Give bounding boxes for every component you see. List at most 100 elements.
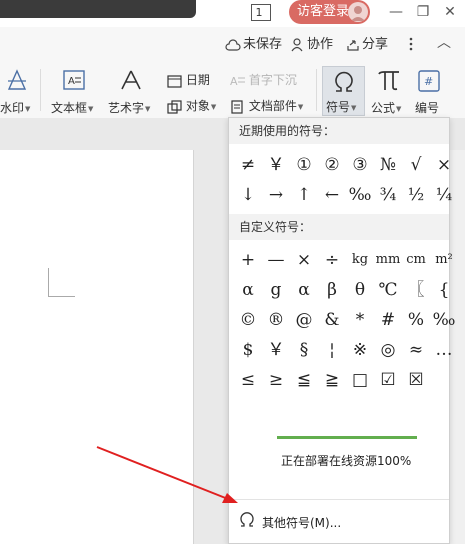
symbol-cell[interactable]: → [262,181,290,209]
date-label: 日期 [185,73,210,87]
window-count-badge[interactable]: 1 [251,4,271,21]
dropcap-label: 首字下沉 [248,73,297,87]
symbol-cell[interactable]: √ [402,151,430,179]
symbol-cell[interactable]: ￥ [262,151,290,179]
symbol-cell[interactable]: m² [430,246,458,274]
docparts-label: 文档部件 [248,99,297,113]
textbox-button[interactable]: A 文本框▼ [49,67,101,117]
symbol-cell[interactable]: α [290,276,318,304]
formula-label: 公式 [371,101,396,115]
pi-icon [378,71,399,91]
symbol-cell[interactable]: ↑ [290,181,318,209]
symbol-cell[interactable]: § [290,336,318,364]
symbol-cell[interactable]: ≥ [262,366,290,394]
dropcap-button[interactable]: A 首字下沉 [230,71,297,89]
symbol-cell[interactable]: + [234,246,262,274]
numbering-button[interactable]: # 编号 [413,67,445,117]
symbol-cell[interactable]: β [318,276,346,304]
textbox-label: 文本框 [51,101,88,115]
symbol-cell[interactable]: cm [402,246,430,274]
symbol-cell[interactable]: ® [262,306,290,334]
symbol-cell[interactable]: ‰ [346,181,374,209]
symbol-cell[interactable]: ¼ [430,181,458,209]
symbol-cell[interactable]: ¦ [318,336,346,364]
watermark-button[interactable]: 水印▼ [0,67,34,117]
symbol-cell[interactable]: ≠ [234,151,262,179]
insert-ribbon: 水印▼ A 文本框▼ 艺术字▼ 日期 对象▼ A 首字下沉 文档部件▼ 符号▼ … [0,61,465,161]
numbering-label: 编号 [415,101,440,115]
symbol-cell[interactable]: … [430,336,458,364]
symbol-cell[interactable]: ÷ [318,246,346,274]
symbol-cell[interactable]: ½ [402,181,430,209]
recent-symbols-header: 近期使用的符号： [229,118,449,144]
close-button[interactable]: ✕ [438,2,462,22]
date-button[interactable]: 日期 [167,71,210,89]
collaborate-button[interactable]: 协作 [291,35,333,55]
symbol-cell[interactable]: # [374,306,402,334]
minimize-button[interactable]: — [384,2,408,22]
symbol-cell[interactable]: & [318,306,346,334]
symbol-cell[interactable]: $ [234,336,262,364]
symbol-cell[interactable]: ② [318,151,346,179]
recent-symbols-title: 近期使用的符号： [239,124,336,138]
symbol-cell[interactable]: ☒ [402,366,430,394]
object-label: 对象 [185,99,210,113]
share-button[interactable]: 分享 [346,35,388,55]
numbering-icon: # [418,70,440,92]
symbol-cell[interactable]: ☑ [374,366,402,394]
symbol-cell[interactable]: ① [290,151,318,179]
symbol-cell[interactable]: @ [290,306,318,334]
symbol-cell[interactable]: □ [346,366,374,394]
symbol-cell[interactable]: ③ [346,151,374,179]
docparts-button[interactable]: 文档部件▼ [230,97,303,115]
symbol-cell[interactable]: α [234,276,262,304]
symbol-cell[interactable]: ※ [346,336,374,364]
symbol-cell[interactable]: ≈ [402,336,430,364]
symbol-cell[interactable]: — [262,246,290,274]
object-button[interactable]: 对象▼ [167,97,216,115]
symbol-cell[interactable]: θ [346,276,374,304]
symbol-cell[interactable]: kg [346,246,374,274]
symbol-cell[interactable]: ‰ [430,306,458,334]
symbol-cell[interactable]: ¾ [374,181,402,209]
symbol-cell[interactable]: ℃ [374,276,402,304]
formula-button[interactable]: 公式▼ [369,67,409,117]
symbol-cell[interactable]: × [290,246,318,274]
title-tab-strip [0,0,196,18]
more-symbols-button[interactable]: 其他符号(M)... [229,499,449,544]
unsaved-label: 未保存 [243,37,283,52]
symbol-cell[interactable]: 〖 [402,276,430,304]
resource-progress-bar [277,436,417,439]
symbol-cell[interactable]: ≤ [234,366,262,394]
symbol-cell[interactable]: * [346,306,374,334]
symbol-cell[interactable]: g [262,276,290,304]
custom-symbols-title: 自定义符号： [239,220,312,234]
guest-login-button[interactable]: 访客登录 [289,0,370,24]
symbol-button[interactable]: 符号▼ [322,66,365,116]
symbol-cell[interactable]: ￥ [262,336,290,364]
symbol-cell[interactable]: { [430,276,458,304]
document-page[interactable] [0,150,194,544]
person-icon [291,37,303,51]
symbol-cell[interactable]: ↓ [234,181,262,209]
symbol-cell[interactable]: № [374,151,402,179]
restore-button[interactable]: ❐ [411,2,435,22]
action-bar: 未保存 协作 分享 ︿ [0,27,465,61]
textbox-icon: A [63,70,85,90]
symbol-cell[interactable]: ◎ [374,336,402,364]
symbol-cell[interactable]: % [402,306,430,334]
wordart-label: 艺术字 [108,101,145,115]
guest-login-label: 访客登录 [297,4,350,19]
wordart-button[interactable]: 艺术字▼ [108,67,158,117]
collapse-ribbon-icon[interactable]: ︿ [437,33,451,53]
symbol-cell[interactable]: ← [318,181,346,209]
symbol-cell[interactable]: ≦ [290,366,318,394]
symbol-cell[interactable]: © [234,306,262,334]
symbol-cell[interactable]: ≧ [318,366,346,394]
resource-progress-text: 正在部署在线资源100% [281,454,412,468]
symbol-cell[interactable]: mm [374,246,402,274]
unsaved-button[interactable]: 未保存 [225,35,282,55]
more-options-icon[interactable] [408,34,416,54]
symbol-cell[interactable]: × [430,151,458,179]
object-icon [167,99,182,114]
